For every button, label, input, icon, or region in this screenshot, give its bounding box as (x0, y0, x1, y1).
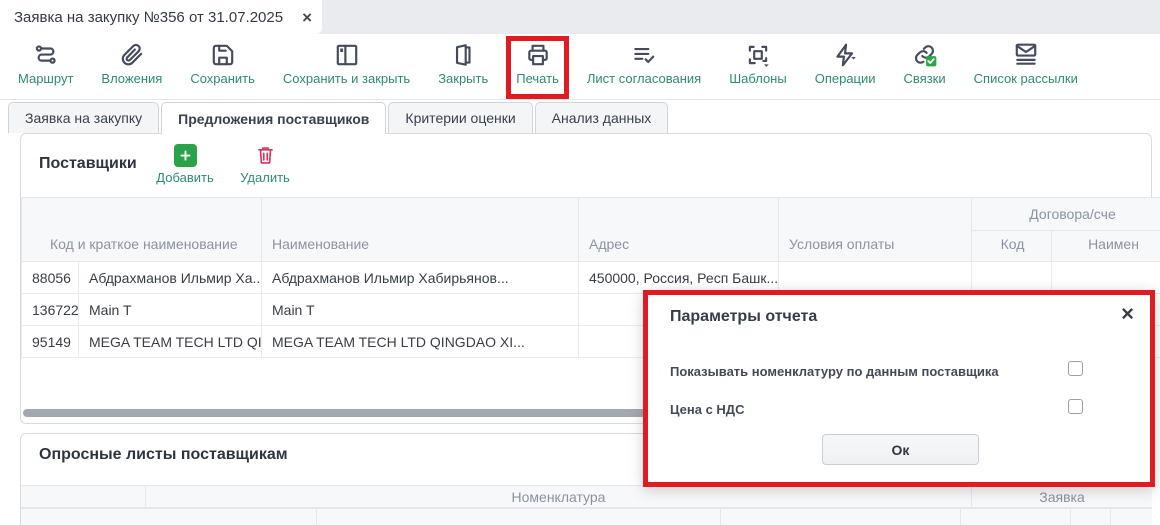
column-group-contracts[interactable]: Договора/сче (972, 198, 1160, 231)
window-tab[interactable]: Заявка на закупку №356 от 31.07.2025 × (0, 0, 322, 34)
column-header-address[interactable]: Адрес (579, 198, 779, 262)
route-icon (33, 42, 59, 68)
toolbar-button-route[interactable]: Маршрут (18, 42, 73, 86)
column-header-contract-code[interactable]: Код (972, 231, 1052, 262)
dialog-title: Параметры отчета (670, 308, 817, 326)
toolbar-button-save[interactable]: Сохранить (190, 42, 255, 86)
toolbar-label: Печать (516, 71, 559, 86)
toolbar-label: Список рассылки (974, 71, 1078, 86)
corner-cell (21, 486, 146, 507)
cell-name[interactable]: Main T (262, 294, 579, 326)
cell-contract-name[interactable] (1052, 262, 1160, 294)
option-price-with-vat-checkbox[interactable] (1068, 399, 1083, 414)
column-header-contract-name[interactable]: Наимен (1052, 231, 1160, 262)
tab-data-analysis[interactable]: Анализ данных (535, 102, 669, 133)
paperclip-icon (119, 42, 145, 68)
toolbar-label: Связки (904, 71, 946, 86)
cell-short-name[interactable]: Абдрахманов Ильмир Ха... (79, 262, 262, 294)
page-tabs: Заявка на закупку Предложения поставщико… (8, 102, 668, 134)
survey-table-header: Номенклатура Заявка (21, 485, 1152, 508)
report-parameters-dialog: Параметры отчета × Показывать номенклату… (643, 290, 1155, 487)
toolbar-label: Вложения (101, 71, 162, 86)
cell-payment-terms[interactable] (779, 262, 972, 294)
toolbar-button-links[interactable]: Связки (904, 42, 946, 86)
toolbar-label: Шаблоны (729, 71, 787, 86)
toolbar-button-print[interactable]: Печать (516, 42, 559, 86)
toolbar-button-approval-sheet[interactable]: Лист согласования (587, 42, 701, 86)
option-show-nomenclature-checkbox[interactable] (1068, 361, 1083, 376)
app-window: Заявка на закупку №356 от 31.07.2025 × М… (0, 0, 1160, 525)
close-icon[interactable]: × (1121, 303, 1134, 325)
tab-supplier-offers[interactable]: Предложения поставщиков (161, 102, 386, 134)
printer-icon (525, 42, 551, 68)
mailing-list-icon (1013, 42, 1039, 68)
save-and-close-icon (334, 42, 360, 68)
toolbar-label: Сохранить и закрыть (283, 71, 410, 86)
delete-supplier-button[interactable]: Удалить (233, 144, 297, 185)
toolbar-button-save-and-close[interactable]: Сохранить и закрыть (283, 42, 410, 86)
templates-icon (745, 42, 771, 68)
column-group-request[interactable]: Заявка (972, 486, 1152, 507)
save-icon (210, 42, 236, 68)
cell-contract-code[interactable] (972, 262, 1052, 294)
toolbar-button-attachments[interactable]: Вложения (101, 42, 162, 86)
delete-button-label: Удалить (240, 170, 290, 185)
toolbar-button-close[interactable]: Закрыть (438, 42, 488, 86)
column-header-payment-terms[interactable]: Условия оплаты (779, 198, 972, 262)
checklist-icon (631, 42, 657, 68)
option-price-with-vat-label: Цена с НДС (670, 402, 744, 417)
tab-evaluation-criteria[interactable]: Критерии оценки (388, 102, 532, 133)
cell-code[interactable]: 136722 (22, 294, 79, 326)
toolbar-button-templates[interactable]: Шаблоны (729, 42, 787, 86)
cell-short-name[interactable]: Main T (79, 294, 262, 326)
option-show-nomenclature-label: Показывать номенклатуру по данным постав… (670, 364, 999, 379)
toolbar-label: Маршрут (18, 71, 73, 86)
cell-name[interactable]: Абдрахманов Ильмир Хабирьянов... (262, 262, 579, 294)
door-icon (450, 42, 476, 68)
tab-purchase-request[interactable]: Заявка на закупку (8, 102, 159, 133)
cell-code[interactable]: 95149 (22, 326, 79, 358)
close-icon[interactable]: × (302, 9, 312, 26)
cell-code[interactable]: 88056 (22, 262, 79, 294)
survey-table-subheader (21, 508, 1152, 525)
toolbar-label: Сохранить (190, 71, 255, 86)
toolbar-label: Лист согласования (587, 71, 701, 86)
window-tab-title: Заявка на закупку №356 от 31.07.2025 (14, 9, 283, 26)
cell-short-name[interactable]: MEGA TEAM TECH LTD QI... (79, 326, 262, 358)
trash-icon (255, 144, 276, 167)
suppliers-section-title: Поставщики (39, 155, 137, 173)
toolbar-label: Закрыть (438, 71, 488, 86)
chain-link-icon (912, 42, 938, 68)
toolbar: Маршрут Вложения Сохранить Сохранить и з… (0, 34, 1160, 100)
column-group-nomenclature[interactable]: Номенклатура (146, 486, 972, 507)
cell-address[interactable]: 450000, Россия, Респ Башк... (579, 262, 779, 294)
survey-section-title: Опросные листы поставщикам (39, 446, 288, 464)
add-button-label: Добавить (156, 170, 213, 185)
column-header-code-short-name[interactable]: Код и краткое наименование (22, 198, 262, 262)
window-tab-strip: Заявка на закупку №356 от 31.07.2025 × (0, 0, 1160, 34)
lightning-icon (832, 42, 858, 68)
table-row[interactable]: 88056 Абдрахманов Ильмир Ха... Абдрахман… (22, 262, 1160, 294)
plus-icon (174, 144, 197, 167)
toolbar-button-operations[interactable]: Операции (815, 42, 876, 86)
toolbar-button-mailing-list[interactable]: Список рассылки (974, 42, 1078, 86)
ok-button[interactable]: Ок (822, 434, 979, 465)
add-supplier-button[interactable]: Добавить (149, 144, 221, 185)
cell-name[interactable]: MEGA TEAM TECH LTD QINGDAO XI... (262, 326, 579, 358)
column-header-name[interactable]: Наименование (262, 198, 579, 262)
toolbar-label: Операции (815, 71, 876, 86)
